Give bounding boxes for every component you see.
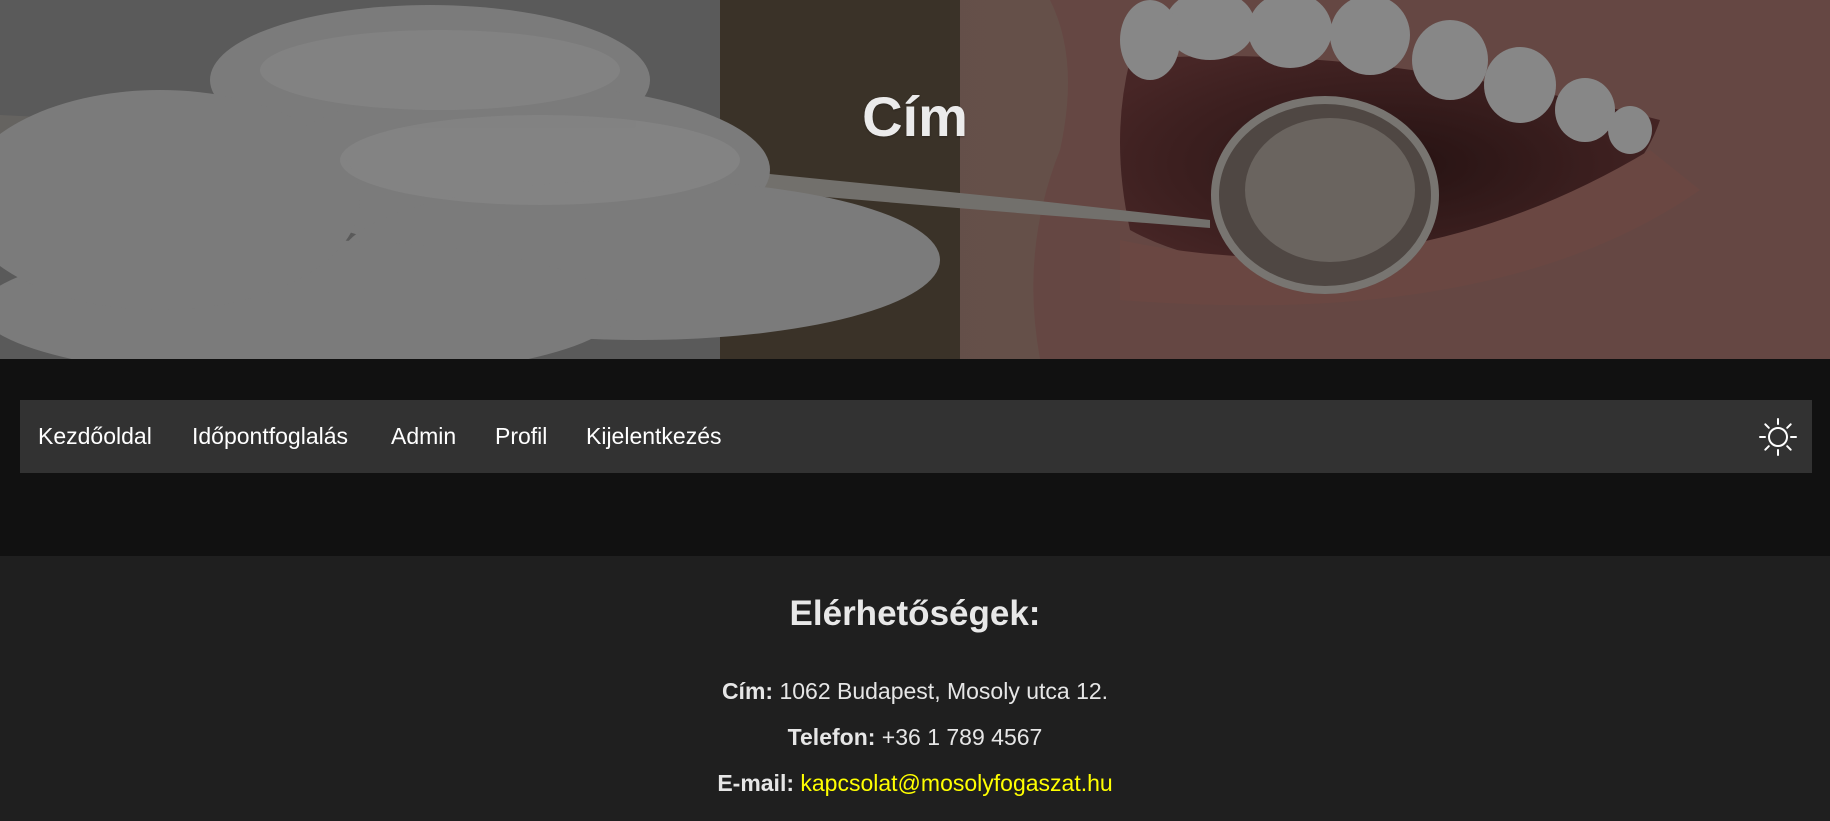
nav-item-admin[interactable]: Admin	[391, 400, 456, 473]
theme-toggle-button[interactable]	[1758, 417, 1798, 457]
hero-title: Cím	[862, 85, 968, 148]
address-label: Cím:	[721, 678, 774, 704]
nav-item-idopontfoglalas[interactable]: Időpontfoglalás	[192, 400, 348, 473]
nav-item-kijelentkezes[interactable]: Kijelentkezés	[586, 400, 722, 473]
email-link[interactable]: kapcsolat@mosolyfogaszat.hu	[800, 770, 1112, 796]
contact-footer: Elérhetőségek: Cím: 1062 Budapest, Mosol…	[0, 556, 1830, 821]
address-value: 1062 Budapest, Mosoly utca 12.	[779, 678, 1109, 704]
phone-value: +36 1 789 4567	[881, 724, 1043, 750]
hero-background-image	[0, 0, 1830, 359]
contact-email: E-mail: kapcsolat@mosolyfogaszat.hu	[0, 768, 1830, 798]
nav-item-kezdooldal[interactable]: Kezdőoldal	[38, 400, 152, 473]
nav-item-profil[interactable]: Profil	[495, 400, 547, 473]
hero-banner: Cím	[0, 0, 1830, 359]
contact-phone: Telefon: +36 1 789 4567	[0, 722, 1830, 752]
contact-address: Cím: 1062 Budapest, Mosoly utca 12.	[0, 676, 1830, 706]
phone-label: Telefon:	[787, 724, 876, 750]
email-label: E-mail:	[717, 770, 794, 796]
sun-icon	[1759, 418, 1797, 456]
main-navbar: Kezdőoldal Időpontfoglalás Admin Profil …	[20, 400, 1812, 473]
contact-heading: Elérhetőségek:	[789, 594, 1041, 633]
